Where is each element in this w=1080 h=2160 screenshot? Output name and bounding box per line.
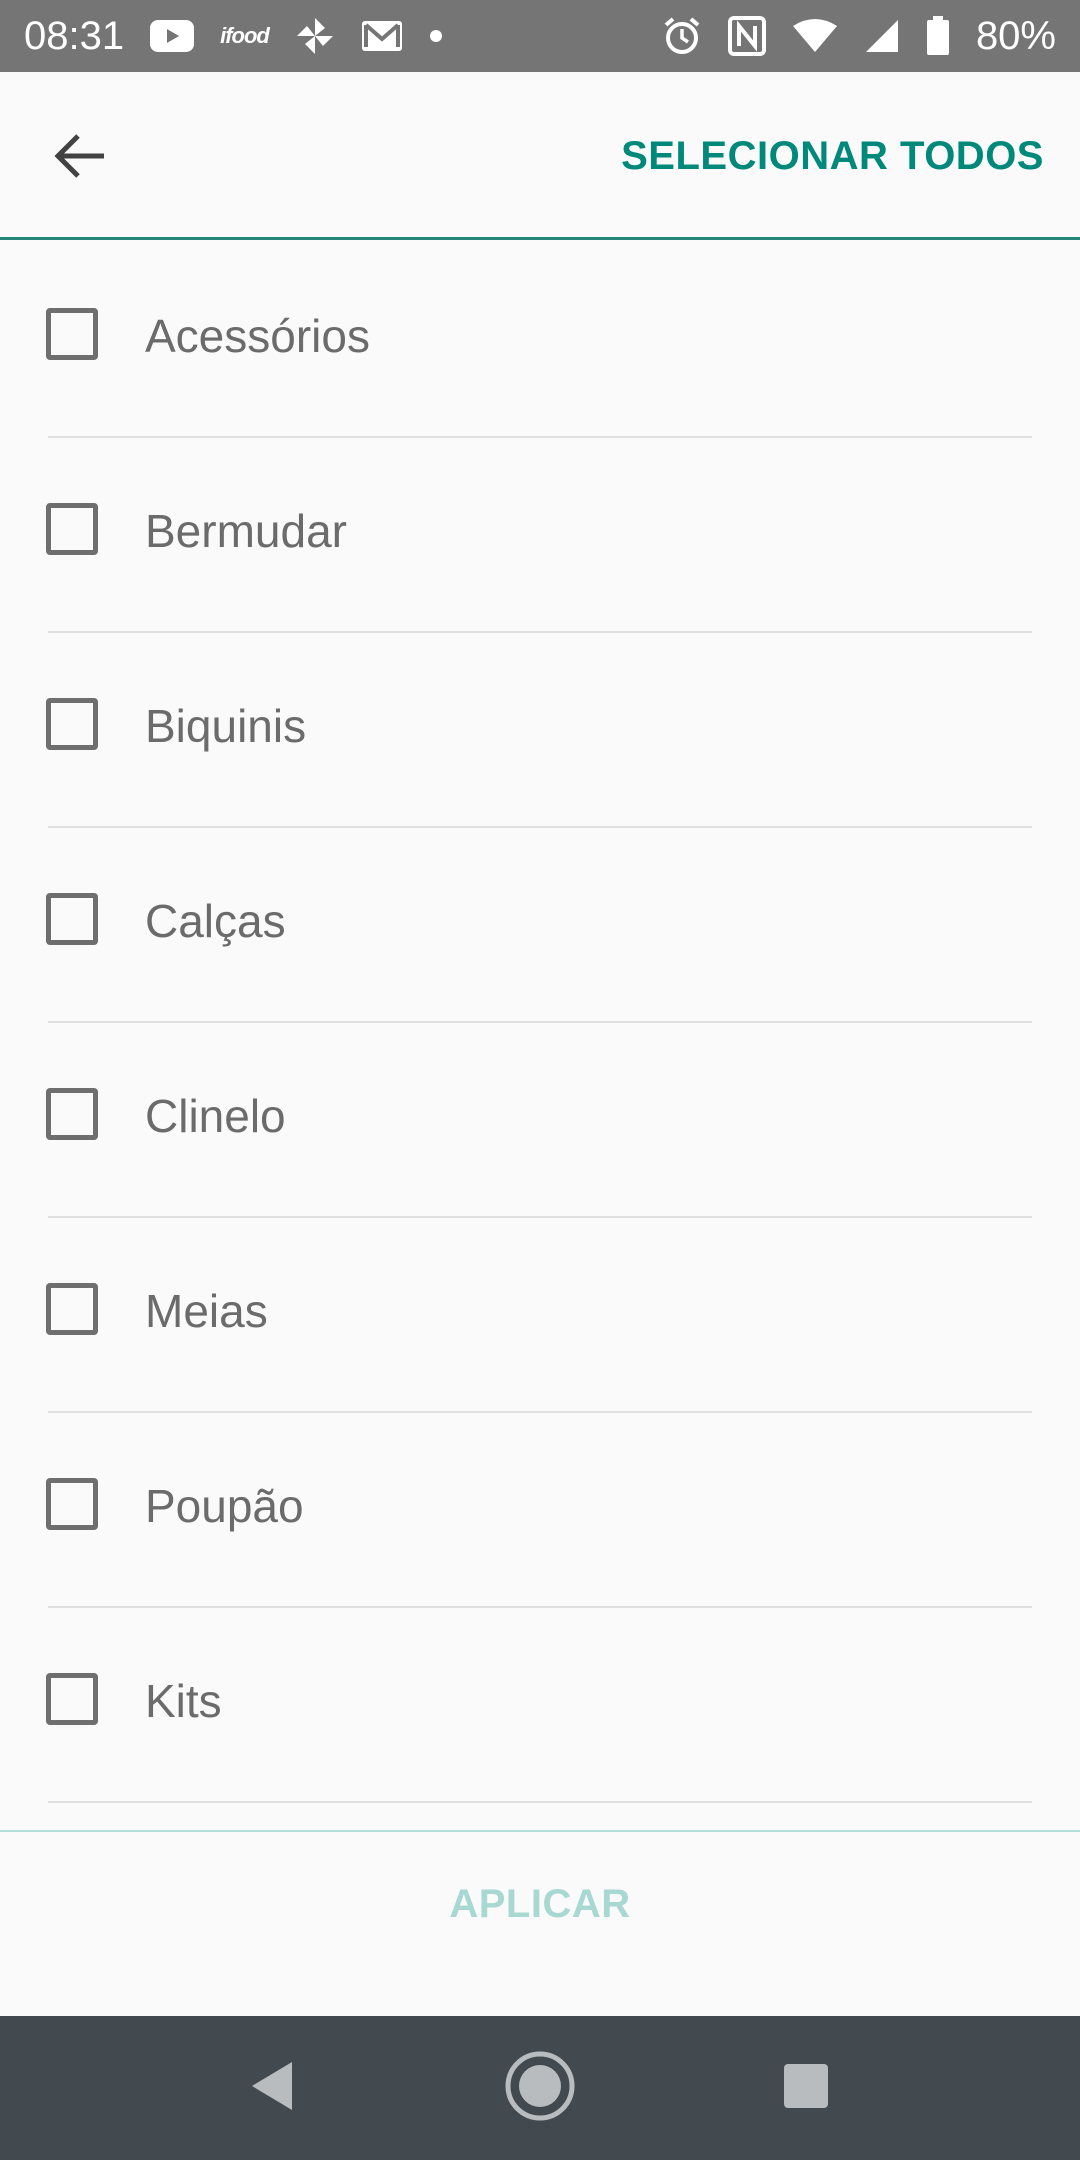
back-button[interactable] [40,118,120,198]
wifi-icon [792,18,838,54]
list-item-label: Calças [145,895,286,947]
nav-home-button[interactable] [500,2048,580,2128]
checkbox[interactable] [46,503,98,555]
list-item[interactable]: Kits [0,1608,1080,1803]
signal-icon [864,18,900,54]
battery-percent: 80% [975,13,1056,58]
apply-button[interactable]: APLICAR [0,1882,1080,1927]
list-item-label: Meias [145,1285,268,1337]
list-item[interactable]: Clinelo [0,1023,1080,1218]
list-item-label: Clinelo [145,1090,286,1142]
list-item-label: Kits [145,1675,222,1727]
checkbox[interactable] [46,1088,98,1140]
ifood-icon: ifood [220,23,270,48]
list-item[interactable]: Acessórios [0,243,1080,438]
dot-icon [429,29,443,43]
list-item[interactable]: Bermudar [0,438,1080,633]
checkbox[interactable] [46,1283,98,1335]
select-all-button[interactable]: SELECIONAR TODOS [621,134,1044,179]
status-time: 08:31 [24,13,125,58]
list-item-label: Bermudar [145,505,347,557]
status-left: 08:31 ifood [24,14,443,59]
list-item-label: Poupão [145,1480,304,1532]
status-bar: 08:31 ifood 80% [0,0,1080,72]
list-item-label: Biquinis [145,700,307,752]
list-item-label: Acessórios [145,310,370,362]
nav-recents-button[interactable] [766,2048,846,2128]
list-item[interactable]: Calças [0,828,1080,1023]
category-list: Acessórios Bermudar Biquinis Calças Clin… [0,243,1080,1803]
checkbox[interactable] [46,698,98,750]
checkbox[interactable] [46,1673,98,1725]
nav-back-button[interactable] [232,2048,312,2128]
status-right: 80% [662,14,1056,59]
app-bar: SELECIONAR TODOS [0,72,1080,240]
nav-back-icon [248,2058,296,2119]
youtube-icon [150,20,195,52]
pinwheel-icon [295,16,335,56]
nav-home-icon [504,2050,576,2127]
navigation-bar [0,2016,1080,2160]
checkbox[interactable] [46,893,98,945]
arrow-left-icon [52,128,108,189]
footer: APLICAR [0,1830,1080,2016]
nav-recents-icon [782,2062,830,2115]
list-item[interactable]: Poupão [0,1413,1080,1608]
battery-icon [926,16,950,56]
checkbox[interactable] [46,1478,98,1530]
alarm-icon [662,16,702,56]
gmail-icon [361,20,403,52]
list-item[interactable]: Meias [0,1218,1080,1413]
nfc-icon [727,16,766,56]
checkbox[interactable] [46,308,98,360]
list-item[interactable]: Biquinis [0,633,1080,828]
